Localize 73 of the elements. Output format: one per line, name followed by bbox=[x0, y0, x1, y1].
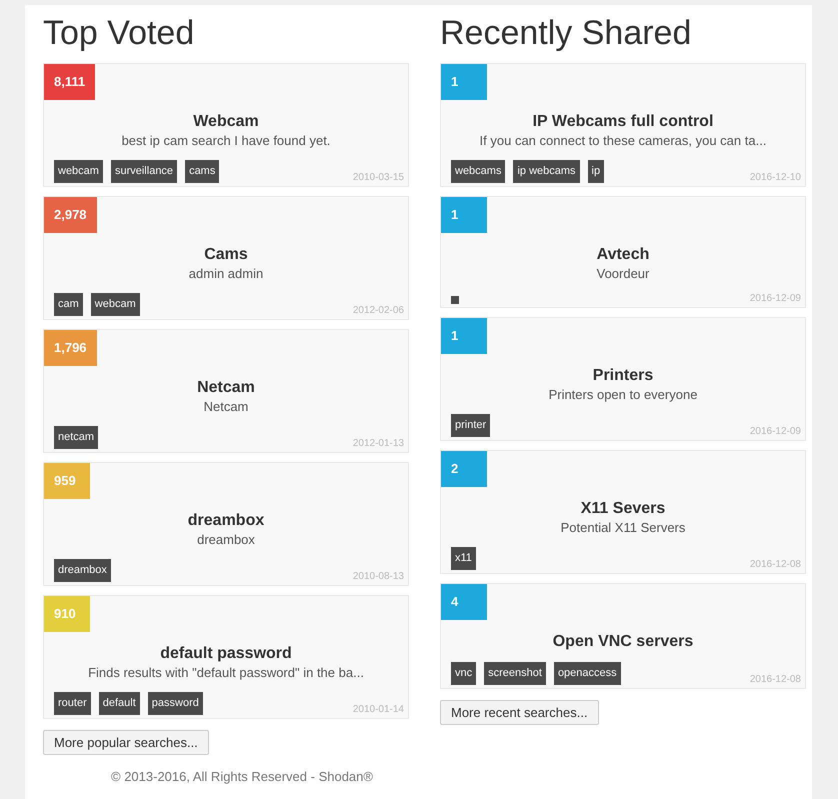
tag[interactable]: surveillance bbox=[110, 160, 178, 183]
more-button[interactable]: More recent searches... bbox=[440, 700, 599, 725]
search-card[interactable]: 4 Open VNC servers vnc screenshot openaccess 2016-12-08 bbox=[440, 583, 806, 689]
vote-count: 1 bbox=[441, 64, 487, 100]
vote-count: 959 bbox=[44, 463, 90, 499]
tag[interactable]: default bbox=[98, 692, 140, 715]
tag[interactable]: cam bbox=[54, 293, 83, 316]
date: 2016-12-09 bbox=[750, 426, 801, 437]
date: 2012-02-06 bbox=[352, 305, 404, 316]
search-card[interactable]: 1 IP Webcams full control If you can connect to these cameras, you can ta... webcams ip webcams ip 2016-12-10 bbox=[440, 63, 806, 187]
search-card[interactable]: 959 dreambox dreambox dreambox 2010-08-13 bbox=[43, 462, 409, 586]
date: 2016-12-09 bbox=[750, 293, 801, 304]
tag[interactable]: netcam bbox=[54, 426, 98, 449]
tag[interactable]: webcam bbox=[54, 160, 103, 183]
date: 2016-12-08 bbox=[750, 559, 801, 570]
search-title[interactable]: Avtech bbox=[441, 245, 805, 265]
date: 2016-12-10 bbox=[750, 172, 801, 183]
tag[interactable]: webcam bbox=[90, 293, 140, 316]
search-title[interactable]: default password bbox=[44, 644, 408, 664]
tag[interactable]: vnc bbox=[451, 662, 476, 685]
search-title[interactable]: Printers bbox=[441, 366, 805, 386]
copyright: © 2013-2016, All Rights Reserved - Shodan® bbox=[111, 769, 374, 785]
vote-count: 1,796 bbox=[44, 330, 97, 366]
search-card[interactable]: 910 default password Finds results with "default password" in the ba... router default password 2010-01-14 bbox=[43, 595, 409, 719]
section-heading: Top Voted bbox=[43, 13, 194, 53]
search-title[interactable]: Netcam bbox=[44, 378, 408, 398]
tag[interactable]: printer bbox=[451, 414, 490, 437]
date: 2010-08-13 bbox=[352, 571, 404, 582]
tag[interactable]: dreambox bbox=[54, 559, 111, 582]
date: 2012-01-13 bbox=[352, 438, 404, 449]
search-card[interactable]: 1 Printers Printers open to everyone printer 2016-12-09 bbox=[440, 317, 806, 441]
tag[interactable]: openaccess bbox=[554, 662, 621, 685]
search-title[interactable]: dreambox bbox=[44, 511, 408, 531]
section-heading: Recently Shared bbox=[440, 13, 692, 53]
search-title[interactable]: Cams bbox=[44, 245, 408, 265]
search-card[interactable]: 2,978 Cams admin admin cam webcam 2012-02-06 bbox=[43, 196, 409, 320]
vote-count: 910 bbox=[44, 596, 90, 632]
search-title[interactable]: Open VNC servers bbox=[441, 632, 805, 652]
search-title[interactable]: IP Webcams full control bbox=[441, 112, 805, 132]
tag[interactable] bbox=[451, 296, 459, 304]
tag[interactable]: webcams bbox=[451, 160, 506, 183]
search-description: admin admin bbox=[188, 265, 264, 283]
search-card[interactable]: 2 X11 Severs Potential X11 Servers x11 2016-12-08 bbox=[440, 450, 806, 574]
vote-count: 2 bbox=[441, 451, 487, 487]
vote-count: 8,111 bbox=[44, 64, 96, 100]
search-title[interactable]: Webcam bbox=[44, 112, 408, 132]
tag[interactable]: cams bbox=[185, 160, 220, 183]
search-card[interactable]: 1,796 Netcam Netcam netcam 2012-01-13 bbox=[43, 329, 409, 453]
vote-count: 4 bbox=[441, 584, 487, 620]
search-description: dreambox bbox=[196, 531, 256, 549]
vote-count: 2,978 bbox=[44, 197, 97, 233]
search-description: Printers open to everyone bbox=[548, 386, 698, 404]
tag[interactable]: password bbox=[148, 692, 203, 715]
search-description: Netcam bbox=[202, 398, 250, 416]
search-description: Finds results with "default password" in the ba... bbox=[87, 664, 365, 682]
search-card[interactable]: 8,111 Webcam best ip cam search I have found yet. webcam surveillance cams 2010-03-15 bbox=[43, 63, 409, 187]
search-description: Potential X11 Servers bbox=[560, 519, 686, 537]
search-title[interactable]: X11 Severs bbox=[441, 499, 805, 519]
search-description: best ip cam search I have found yet. bbox=[120, 132, 332, 150]
tag[interactable]: screenshot bbox=[484, 662, 546, 685]
search-description: Voordeur bbox=[596, 265, 650, 283]
search-card[interactable]: 1 Avtech Voordeur 2016-12-09 bbox=[440, 196, 806, 308]
tag[interactable]: ip webcams bbox=[513, 160, 580, 183]
tag[interactable]: router bbox=[54, 692, 91, 715]
more-button[interactable]: More popular searches... bbox=[43, 730, 209, 755]
tag[interactable]: x11 bbox=[451, 547, 476, 570]
date: 2010-01-14 bbox=[352, 704, 404, 715]
date: 2010-03-15 bbox=[352, 172, 404, 183]
vote-count: 1 bbox=[441, 197, 487, 233]
vote-count: 1 bbox=[441, 318, 487, 354]
tag[interactable]: ip bbox=[588, 160, 604, 183]
date: 2016-12-08 bbox=[750, 674, 801, 685]
search-description: If you can connect to these cameras, you can ta... bbox=[478, 132, 768, 150]
